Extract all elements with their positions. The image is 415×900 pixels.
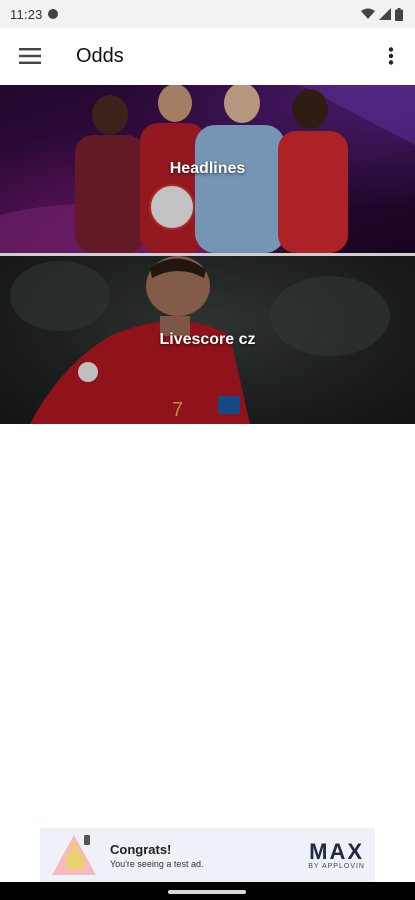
app-screen: 11:23 Odds Headlines 7 Livescore cz Cong… xyxy=(0,0,415,900)
card-livescore[interactable]: 7 Livescore cz xyxy=(0,256,415,424)
test-ad[interactable]: Congrats! You're seeing a test ad. MAX B… xyxy=(40,828,375,882)
more-options-button[interactable] xyxy=(367,28,415,84)
applovin-max-logo: MAX BY APPLOVIN xyxy=(308,838,365,870)
status-icons xyxy=(361,7,403,21)
system-navigation-bar xyxy=(0,882,415,900)
hamburger-menu-icon xyxy=(19,48,41,64)
ad-title: Congrats! xyxy=(110,841,172,857)
signal-icon xyxy=(379,8,391,20)
status-time: 11:23 xyxy=(10,6,43,22)
wifi-icon xyxy=(361,8,375,19)
ad-subtitle: You're seeing a test ad. xyxy=(110,858,204,869)
ad-brand-sub: BY APPLOVIN xyxy=(308,862,365,870)
app-bar: Odds xyxy=(0,28,415,84)
home-gesture-handle[interactable] xyxy=(168,890,246,894)
notification-icon xyxy=(47,9,58,19)
page-title: Odds xyxy=(76,44,124,67)
ad-brand: MAX xyxy=(309,838,365,864)
hamburger-menu-button[interactable] xyxy=(0,28,60,84)
card-label-livescore: Livescore cz xyxy=(159,331,256,348)
thumbs-up-illustration-icon xyxy=(50,831,98,879)
card-label-headlines: Headlines xyxy=(169,160,246,177)
ad-text: Congrats! You're seeing a test ad. xyxy=(110,842,203,869)
card-headlines[interactable]: Headlines xyxy=(0,85,415,253)
battery-icon xyxy=(395,7,403,21)
more-vertical-icon xyxy=(388,47,394,65)
ad-banner: Congrats! You're seeing a test ad. MAX B… xyxy=(0,828,415,882)
status-bar: 11:23 xyxy=(0,0,415,28)
